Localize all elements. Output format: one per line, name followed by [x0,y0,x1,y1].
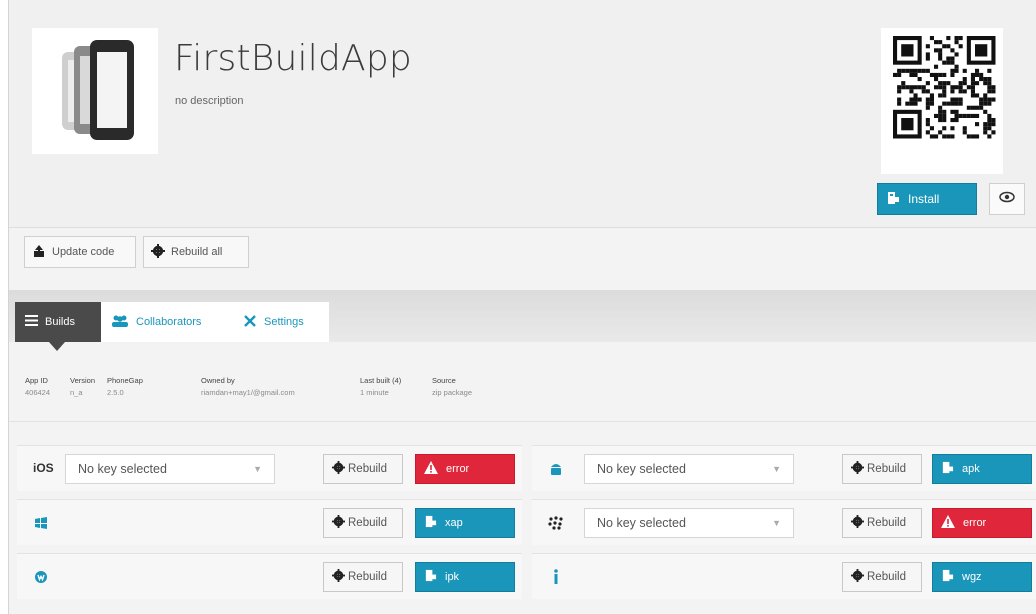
download-icon [424,569,437,585]
app-logo [32,28,158,154]
info-phonegap: PhoneGap 2.5.0 [107,376,143,397]
chevron-down-icon: ▼ [253,464,262,474]
update-code-button[interactable]: Update code [24,236,136,268]
app-page: FirstBuildApp no description Install Upd… [8,0,1036,614]
android-status-button[interactable]: apk [932,454,1032,484]
webos-icon [31,567,51,587]
eye-icon [999,190,1015,208]
list-icon [25,315,38,329]
webos-status-button[interactable]: ipk [415,562,515,592]
windows-rebuild-button[interactable]: Rebuild [323,508,403,538]
webos-rebuild-button[interactable]: Rebuild [323,562,403,592]
app-header: FirstBuildApp no description Install [9,0,1036,228]
install-button[interactable]: Install [877,183,977,215]
app-title: FirstBuildApp [174,38,412,79]
tab-collaborators[interactable]: Collaborators [101,302,233,342]
app-description: no description [175,95,244,107]
warning-icon [941,515,955,531]
gear-icon [851,515,864,531]
tab-bar: Builds Collaborators Settings [9,290,1036,342]
blackberry-status-button[interactable]: error [932,508,1032,538]
rebuild-all-label: Rebuild all [171,246,223,258]
symbian-rebuild-button[interactable]: Rebuild [842,562,922,592]
info-version: Version n_a [70,376,96,397]
gear-icon [851,569,864,585]
download-icon [424,515,437,531]
symbian-status-button[interactable]: wgz [932,562,1032,592]
info-owner: Owned by riamdan+may1/@gmail.com [201,376,295,397]
upload-icon [32,244,46,261]
windows-icon [31,513,51,533]
platform-webos: Rebuild ipk [17,553,522,599]
tab-builds[interactable]: Builds [15,302,101,342]
gear-icon [332,461,345,477]
download-icon [941,461,954,477]
gear-icon [332,515,345,531]
warning-icon [424,461,438,477]
download-icon [941,569,954,585]
download-icon [886,191,900,208]
blackberry-rebuild-button[interactable]: Rebuild [842,508,922,538]
info-source: Source zip package [432,376,473,397]
tab-settings-label: Settings [264,316,304,328]
tab-settings[interactable]: Settings [233,302,329,342]
tab-builds-label: Builds [45,316,75,328]
active-tab-pointer [49,342,65,351]
tab-collaborators-label: Collaborators [136,316,202,328]
preview-button[interactable] [989,183,1025,215]
android-rebuild-button[interactable]: Rebuild [842,454,922,484]
rebuild-all-button[interactable]: Rebuild all [143,236,249,268]
users-icon [111,315,129,330]
ios-status-button[interactable]: error [415,454,515,484]
gear-icon [332,569,345,585]
build-info: App ID 406424 Version n_a PhoneGap 2.5.0 Ow… [9,358,1036,422]
ios-key-select[interactable]: No key selected ▼ [65,454,275,484]
platform-symbian: Rebuild wgz [532,553,1036,599]
update-code-label: Update code [52,246,115,258]
platform-android: No key selected ▼ Rebuild apk [532,445,1036,491]
install-label: Install [908,192,940,206]
info-icon [546,567,566,587]
info-last-built: Last built (4) 1 minute [360,376,402,397]
gear-icon [151,243,165,261]
blackberry-key-select[interactable]: No key selected ▼ [584,508,794,538]
android-icon [546,459,566,479]
gear-icon [851,461,864,477]
android-key-select[interactable]: No key selected ▼ [584,454,794,484]
tools-icon [243,314,257,331]
info-app-id: App ID 406424 [25,376,51,397]
blackberry-icon [546,513,566,533]
qr-code [881,28,1003,174]
chevron-down-icon: ▼ [772,464,781,474]
platform-windows-phone: Rebuild xap [17,499,522,545]
chevron-down-icon: ▼ [772,518,781,528]
platform-ios: iOS No key selected ▼ Rebuild error [17,445,522,491]
windows-status-button[interactable]: xap [415,508,515,538]
ios-label: iOS [33,461,54,475]
platform-blackberry: No key selected ▼ Rebuild error [532,499,1036,545]
ios-rebuild-button[interactable]: Rebuild [323,454,403,484]
